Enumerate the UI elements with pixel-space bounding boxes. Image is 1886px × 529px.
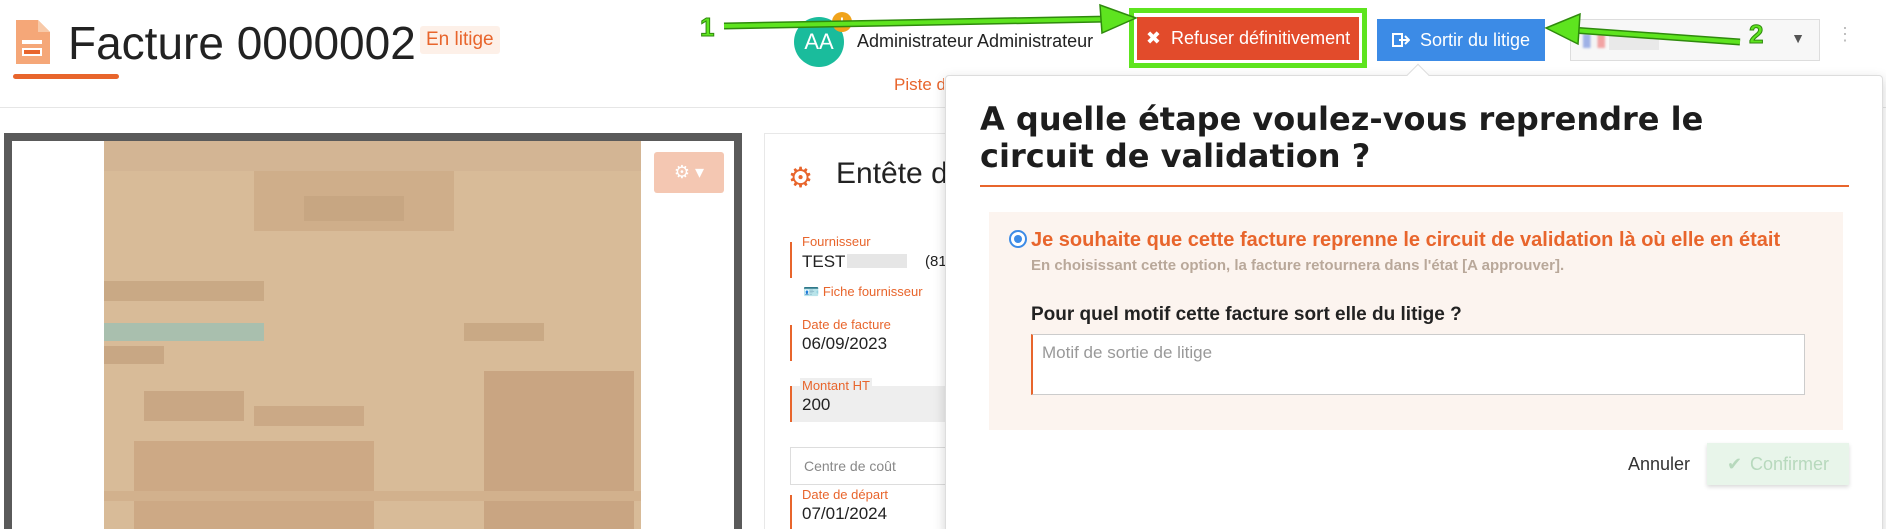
annotation-arrows	[723, 3, 1741, 46]
arrow-1	[723, 3, 1139, 35]
page: Facture 0000002 En litige AA ! Administr…	[0, 0, 1886, 529]
annotation-label-2: 2	[1748, 19, 1764, 50]
arrow-2	[1544, 12, 1741, 46]
annotation-label-1: 1	[699, 12, 715, 43]
